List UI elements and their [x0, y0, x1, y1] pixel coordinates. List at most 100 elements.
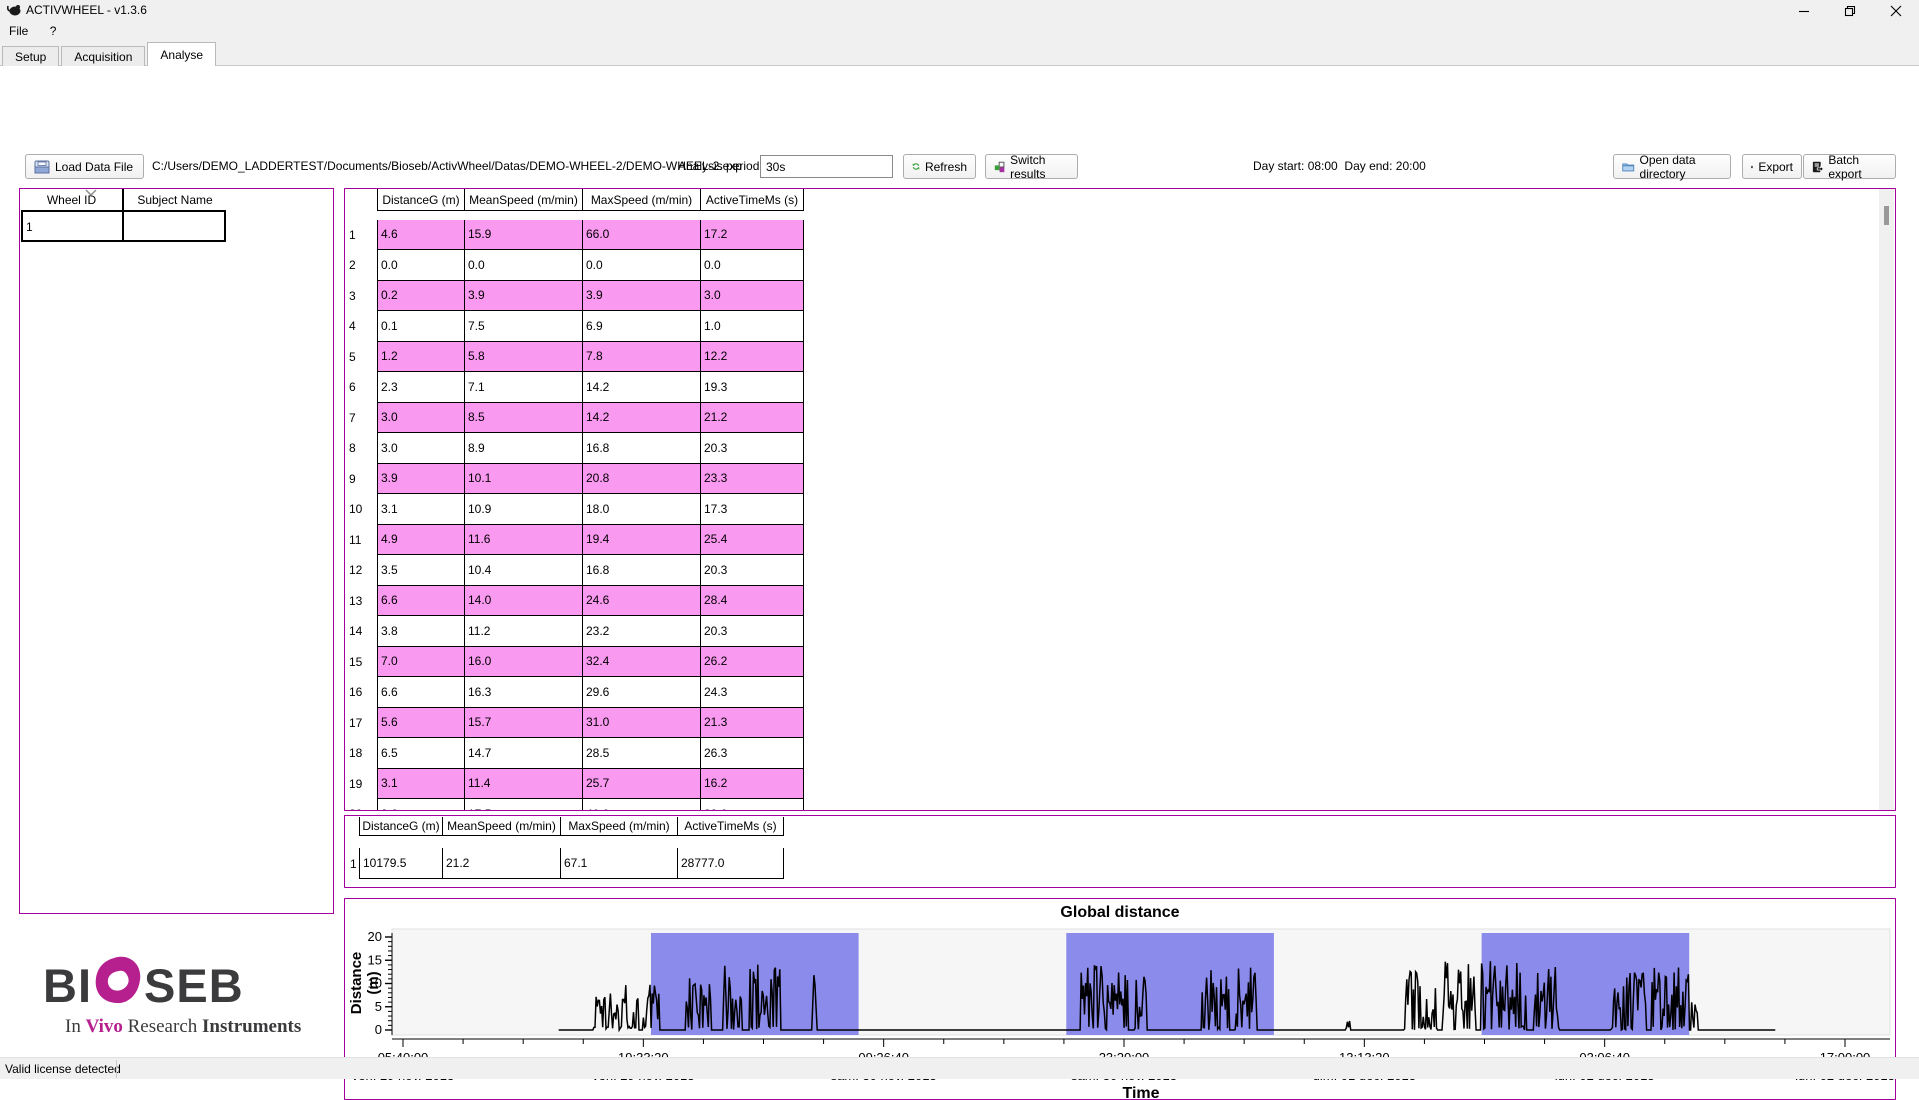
results-cell[interactable]: 19.4: [583, 525, 701, 556]
results-cell[interactable]: 40.0: [583, 799, 701, 811]
results-cell[interactable]: 8.5: [465, 403, 583, 434]
results-cell[interactable]: 25.4: [701, 525, 804, 556]
results-cell[interactable]: 21.2: [701, 403, 804, 434]
results-cell[interactable]: 5.6: [377, 708, 465, 739]
results-cell[interactable]: 28.5: [583, 738, 701, 769]
results-cell[interactable]: 7.1: [465, 372, 583, 403]
results-cell[interactable]: 0.1: [377, 311, 465, 342]
results-cell[interactable]: 10.9: [465, 494, 583, 525]
results-cell[interactable]: 26.2: [701, 647, 804, 678]
results-cell[interactable]: 8.6: [377, 799, 465, 811]
results-cell[interactable]: 5.8: [465, 342, 583, 373]
results-cell[interactable]: 16.2: [701, 769, 804, 800]
results-cell[interactable]: 7.8: [583, 342, 701, 373]
results-cell[interactable]: 15.7: [465, 708, 583, 739]
results-cell[interactable]: 1.0: [701, 311, 804, 342]
results-cell[interactable]: 25.7: [583, 769, 701, 800]
results-cell[interactable]: 3.9: [377, 464, 465, 495]
results-cell[interactable]: 3.5: [377, 555, 465, 586]
subject-wheel-id-cell[interactable]: 1: [21, 212, 124, 242]
summary-cell[interactable]: 10179.5: [359, 848, 443, 879]
refresh-button[interactable]: Refresh: [903, 154, 976, 179]
results-cell[interactable]: 14.0: [465, 586, 583, 617]
results-cell[interactable]: 32.4: [583, 647, 701, 678]
menu-help[interactable]: ?: [41, 20, 66, 42]
tab-analyse[interactable]: Analyse: [147, 42, 216, 66]
summary-header-3[interactable]: ActiveTimeMs (s): [678, 817, 784, 836]
summary-cell[interactable]: 67.1: [561, 848, 678, 879]
results-cell[interactable]: 16.8: [583, 433, 701, 464]
close-button[interactable]: [1873, 0, 1919, 22]
results-cell[interactable]: 3.9: [465, 281, 583, 312]
maximize-button[interactable]: [1827, 0, 1873, 22]
results-cell[interactable]: 6.9: [583, 311, 701, 342]
results-cell[interactable]: 11.4: [465, 769, 583, 800]
results-cell[interactable]: 10.1: [465, 464, 583, 495]
results-cell[interactable]: 20.3: [701, 616, 804, 647]
results-cell[interactable]: 24.3: [701, 677, 804, 708]
results-cell[interactable]: 26.3: [701, 738, 804, 769]
tab-setup[interactable]: Setup: [2, 46, 59, 66]
results-cell[interactable]: 3.1: [377, 494, 465, 525]
results-cell[interactable]: 23.2: [583, 616, 701, 647]
results-cell[interactable]: 4.6: [377, 220, 465, 251]
results-header-0[interactable]: DistanceG (m): [377, 189, 465, 211]
results-cell[interactable]: 17.3: [701, 494, 804, 525]
results-cell[interactable]: 6.6: [377, 586, 465, 617]
results-cell[interactable]: 0.0: [377, 250, 465, 281]
results-cell[interactable]: 15.9: [465, 220, 583, 251]
results-cell[interactable]: 14.2: [583, 372, 701, 403]
results-cell[interactable]: 14.7: [465, 738, 583, 769]
results-cell[interactable]: 0.0: [465, 250, 583, 281]
results-cell[interactable]: 3.0: [377, 433, 465, 464]
results-cell[interactable]: 23.3: [701, 464, 804, 495]
summary-cell[interactable]: 21.2: [443, 848, 561, 879]
results-cell[interactable]: 10.4: [465, 555, 583, 586]
results-cell[interactable]: 0.0: [701, 250, 804, 281]
results-cell[interactable]: 11.2: [465, 616, 583, 647]
tab-acquisition[interactable]: Acquisition: [61, 46, 145, 66]
results-cell[interactable]: 0.2: [377, 281, 465, 312]
results-cell[interactable]: 7.5: [465, 311, 583, 342]
results-cell[interactable]: 14.2: [583, 403, 701, 434]
results-cell[interactable]: 20.3: [701, 433, 804, 464]
subjects-header-1[interactable]: Subject Name: [124, 189, 226, 212]
results-cell[interactable]: 21.3: [701, 708, 804, 739]
results-cell[interactable]: 7.0: [377, 647, 465, 678]
results-cell[interactable]: 31.0: [583, 708, 701, 739]
scrollbar-thumb[interactable]: [1884, 206, 1889, 225]
results-header-2[interactable]: MaxSpeed (m/min): [583, 189, 701, 211]
results-cell[interactable]: 20.8: [583, 464, 701, 495]
summary-header-2[interactable]: MaxSpeed (m/min): [561, 817, 678, 836]
menu-file[interactable]: File: [0, 20, 37, 42]
batch-export-button[interactable]: Batch export: [1803, 154, 1896, 179]
results-scrollbar[interactable]: [1879, 189, 1894, 810]
load-data-file-button[interactable]: Load Data File: [25, 154, 144, 179]
summary-header-0[interactable]: DistanceG (m): [359, 817, 443, 836]
results-cell[interactable]: 19.3: [701, 372, 804, 403]
results-cell[interactable]: 6.5: [377, 738, 465, 769]
results-cell[interactable]: 24.6: [583, 586, 701, 617]
results-cell[interactable]: 17.5: [465, 799, 583, 811]
results-cell[interactable]: 3.9: [583, 281, 701, 312]
results-cell[interactable]: 8.9: [465, 433, 583, 464]
results-cell[interactable]: 28.4: [701, 586, 804, 617]
subject-name-cell[interactable]: [124, 212, 226, 242]
results-cell[interactable]: 3.0: [377, 403, 465, 434]
results-cell[interactable]: 2.3: [377, 372, 465, 403]
results-cell[interactable]: 16.8: [583, 555, 701, 586]
results-cell[interactable]: 3.1: [377, 769, 465, 800]
summary-cell[interactable]: 28777.0: [678, 848, 784, 879]
results-cell[interactable]: 1.2: [377, 342, 465, 373]
results-cell[interactable]: 29.6: [701, 799, 804, 811]
minimize-button[interactable]: [1781, 0, 1827, 22]
results-cell[interactable]: 18.0: [583, 494, 701, 525]
analysis-period-input[interactable]: [760, 155, 893, 178]
results-cell[interactable]: 66.0: [583, 220, 701, 251]
switch-results-button[interactable]: Switch results: [985, 154, 1078, 179]
results-cell[interactable]: 11.6: [465, 525, 583, 556]
results-cell[interactable]: 4.9: [377, 525, 465, 556]
open-data-directory-button[interactable]: Open data directory: [1613, 154, 1731, 179]
results-header-3[interactable]: ActiveTimeMs (s): [701, 189, 804, 211]
results-header-1[interactable]: MeanSpeed (m/min): [465, 189, 583, 211]
